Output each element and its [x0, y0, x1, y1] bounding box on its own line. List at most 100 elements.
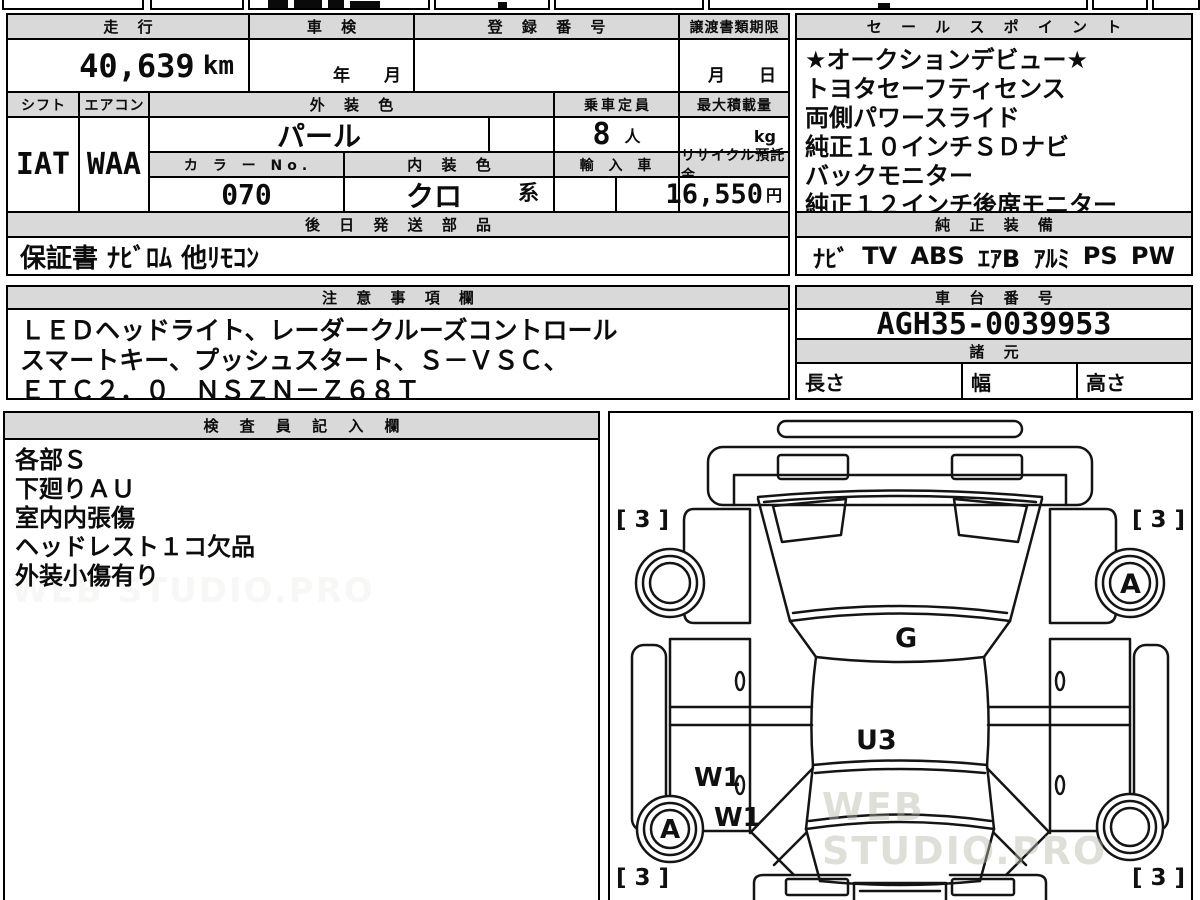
- spec-width-label: 幅: [971, 370, 991, 395]
- import-header: 輸 入 車: [553, 151, 680, 178]
- inspection-mark-rear-left-corner: [ 3 ]: [616, 865, 670, 891]
- cutoff-cell: [1152, 0, 1200, 10]
- interior-color-value: クロ: [405, 179, 462, 213]
- cutoff-text-fragment: [498, 2, 507, 8]
- capacity-unit: 人: [624, 127, 641, 146]
- spec-length-cell: 長さ: [795, 362, 963, 400]
- sales-points-body: ★オークションデビュー★ トヨタセーフティセンス 両側パワースライド 純正１０イ…: [795, 38, 1193, 219]
- recycle-fee-unit: 円: [765, 186, 782, 205]
- import-value-cell-1: [553, 176, 617, 213]
- inspector-lines: 各部Ｓ 下廻りＡＵ 室内内張傷 ヘッドレスト１コ欠品 外装小傷有り: [15, 446, 255, 591]
- cutoff-cell: [1092, 0, 1148, 10]
- inspection-mark-front-left-corner: [ 3 ]: [616, 507, 670, 533]
- equipment-row: ﾅﾋﾞ TV ABS ｴｱB ｱﾙﾐ PS PW: [795, 236, 1193, 276]
- aircon-header: エアコン: [78, 91, 150, 118]
- sales-point-item: トヨタセーフティセンス: [805, 75, 1066, 103]
- note-line: スマートキー、プッシュスタート、Ｓ－ＶＳＣ、: [20, 346, 569, 375]
- inspector-line: 各部Ｓ: [15, 446, 87, 474]
- equipment-item: ｱﾙﾐ: [1033, 244, 1070, 273]
- car-diagram-panel: WEB STUDIO.PRO [ 3 ] [ 3 ] A G U3 W1 W1 …: [608, 411, 1193, 900]
- mileage-header: 走 行: [6, 13, 250, 40]
- notes-body: ＬＥＤヘッドライト、レーダークルーズコントロール スマートキー、プッシュスタート…: [6, 308, 790, 405]
- mileage-value-cell: 40,639 km: [6, 38, 250, 93]
- equipment-header: 純 正 装 備: [795, 211, 1193, 238]
- recycle-fee-value: 16,550: [665, 179, 763, 210]
- shift-value: IAT: [6, 116, 80, 213]
- interior-color-suffix: 系: [518, 181, 539, 205]
- equipment-item: ABS: [910, 242, 965, 270]
- inspection-mark-left-rear-wheel: A: [660, 815, 681, 845]
- shift-header: シフト: [6, 91, 80, 118]
- color-no-value: 070: [148, 176, 345, 213]
- cutoff-cell: [708, 0, 1088, 10]
- shaken-value: 年 月: [333, 66, 401, 86]
- transfer-docs-value-cell: 月 日: [678, 38, 790, 93]
- later-parts-value: 保証書 ﾅﾋﾞﾛﾑ 他ﾘﾓｺﾝ: [6, 236, 790, 276]
- transfer-docs-value: 月 日: [708, 66, 776, 86]
- interior-color-value-cell: クロ 系: [343, 176, 555, 213]
- chassis-value: AGH35-0039953: [795, 307, 1193, 342]
- capacity-header: 乗車定員: [553, 91, 680, 118]
- inspector-line: 外装小傷有り: [15, 562, 159, 590]
- registration-header: 登 録 番 号: [413, 13, 680, 40]
- inspector-line: 下廻りＡＵ: [15, 475, 135, 503]
- inspection-mark-left-rear-quarter: W1: [714, 803, 761, 833]
- inspection-mark-left-slide-door: W1: [694, 763, 741, 793]
- cutoff-text-fragment: [878, 3, 890, 8]
- exterior-color-extra-cell: [488, 116, 555, 153]
- color-no-header: カ ラ ー No.: [148, 151, 345, 178]
- equipment-item: TV: [862, 242, 898, 270]
- spec-height-cell: 高さ: [1076, 362, 1193, 400]
- cutoff-cell: [434, 0, 550, 10]
- sales-point-item: 純正１０インチＳＤナビ: [805, 133, 1069, 161]
- cutoff-text-fragment: [328, 0, 344, 8]
- inspection-mark-windshield-center: G: [895, 623, 918, 654]
- spec-width-cell: 幅: [961, 362, 1078, 400]
- mileage-unit: km: [202, 50, 234, 81]
- registration-value-cell: [413, 38, 680, 93]
- sales-points-header: セ ー ル ス ポ イ ン ト: [795, 13, 1193, 40]
- equipment-item: PS: [1082, 242, 1118, 270]
- shaken-value-cell: 年 月: [248, 38, 415, 93]
- equipment-item: ﾅﾋﾞ: [813, 244, 849, 273]
- specs-header: 諸 元: [795, 338, 1193, 364]
- inspector-header: 検 査 員 記 入 欄: [5, 413, 598, 440]
- inspector-line: 室内内張傷: [15, 504, 135, 532]
- cutoff-cell: [150, 0, 244, 10]
- cutoff-cell: [554, 0, 704, 10]
- shaken-header: 車 検: [248, 13, 415, 40]
- aircon-value: WAA: [78, 116, 150, 213]
- sales-point-item: バックモニター: [805, 162, 973, 190]
- capacity-value: 8: [592, 117, 611, 152]
- inspection-mark-roof-center: U3: [856, 725, 897, 756]
- notes-header: 注 意 事 項 欄: [6, 285, 790, 310]
- cutoff-text-fragment: [350, 1, 380, 8]
- inspection-mark-rear-right-corner: [ 3 ]: [1132, 865, 1186, 891]
- car-top-view-diagram: [630, 419, 1170, 900]
- recycle-fee-value-cell: 16,550 円: [665, 176, 790, 213]
- auction-inspection-sheet: 走 行 車 検 登 録 番 号 譲渡書類期限 40,639 km 年 月 月 日…: [0, 0, 1200, 900]
- sales-point-item: 両側パワースライド: [805, 104, 1020, 132]
- equipment-item: PW: [1130, 242, 1175, 270]
- recycle-fee-header: リサイクル預託金: [678, 148, 790, 184]
- max-load-unit: kg: [753, 127, 776, 146]
- inspection-mark-front-right-wheel: A: [1120, 569, 1141, 600]
- max-load-header: 最大積載量: [678, 91, 790, 118]
- spec-length-label: 長さ: [805, 370, 845, 395]
- capacity-value-cell: 8 人: [553, 116, 680, 153]
- cutoff-text-fragment: [294, 0, 322, 8]
- cutoff-cell: [2, 0, 144, 10]
- later-parts-header: 後 日 発 送 部 品: [6, 211, 790, 238]
- equipment-item: ｴｱB: [977, 244, 1021, 273]
- mileage-value: 40,639: [79, 46, 195, 85]
- transfer-docs-header: 譲渡書類期限: [678, 13, 790, 40]
- inspection-mark-front-right-corner: [ 3 ]: [1132, 507, 1186, 533]
- sales-point-item: ★オークションデビュー★: [805, 46, 1089, 74]
- cutoff-text-fragment: [268, 0, 288, 8]
- exterior-color-value: パール: [148, 116, 490, 153]
- inspector-box: 検 査 員 記 入 欄 WEB STUDIO.PRO 各部Ｓ 下廻りＡＵ 室内内…: [3, 411, 600, 900]
- inspector-line: ヘッドレスト１コ欠品: [15, 533, 255, 561]
- spec-height-label: 高さ: [1086, 370, 1126, 395]
- note-line: ＥＴＣ２．０ ＮＳＺＮ－Ｚ６８Ｔ: [20, 376, 421, 405]
- note-line: ＬＥＤヘッドライト、レーダークルーズコントロール: [20, 316, 618, 345]
